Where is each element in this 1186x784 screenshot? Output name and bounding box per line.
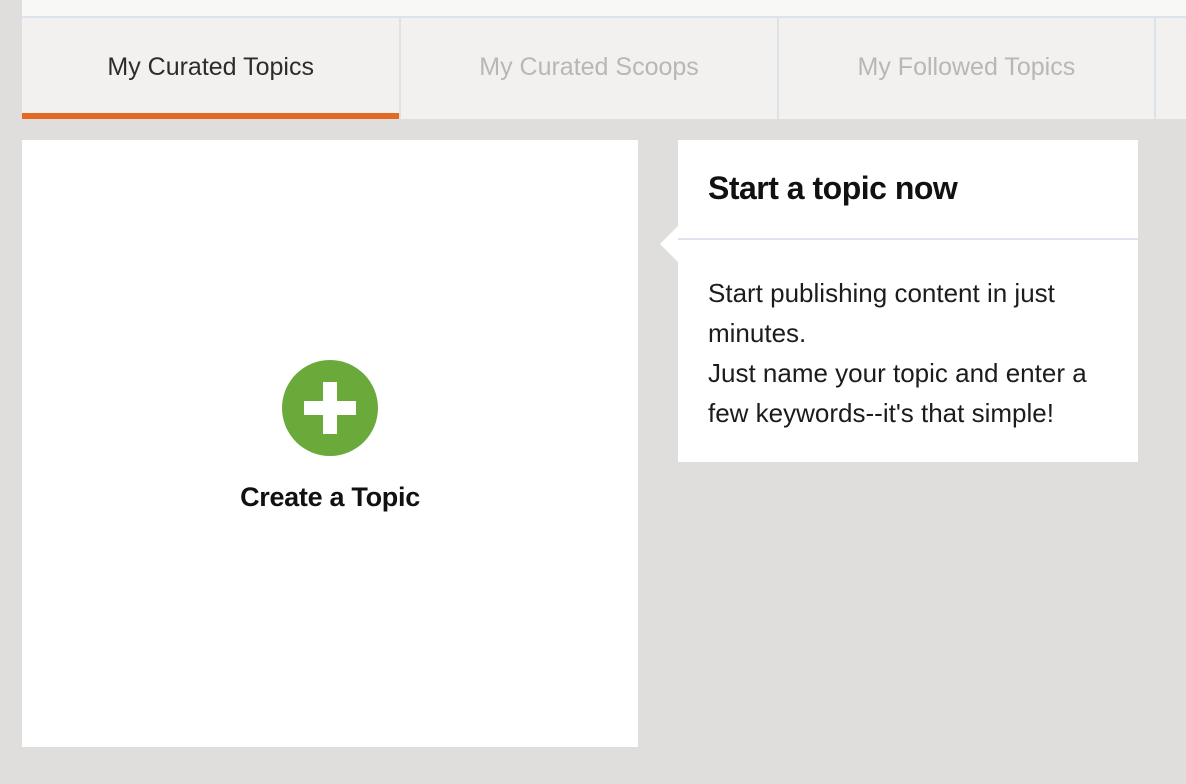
tooltip-line-2: Just name your topic and enter a few key… xyxy=(708,358,1087,428)
tab-my-curated-topics[interactable]: My Curated Topics xyxy=(22,18,402,119)
tab-my-curated-scoops[interactable]: My Curated Scoops xyxy=(401,18,779,119)
tab-overflow[interactable] xyxy=(1156,18,1186,119)
tooltip-line-1: Start publishing content in just minutes… xyxy=(708,278,1055,348)
tab-bar: My Curated Topics My Curated Scoops My F… xyxy=(22,18,1186,119)
top-bar xyxy=(22,0,1186,18)
plus-circle-icon xyxy=(282,360,378,456)
create-topic-card[interactable]: Create a Topic xyxy=(22,140,638,747)
tab-my-followed-topics[interactable]: My Followed Topics xyxy=(779,18,1157,119)
tooltip-title: Start a topic now xyxy=(678,140,1138,240)
create-topic-label: Create a Topic xyxy=(240,482,420,512)
plus-icon xyxy=(304,382,356,434)
tooltip-body: Start publishing content in just minutes… xyxy=(678,240,1138,433)
start-topic-tooltip: Start a topic now Start publishing conte… xyxy=(660,140,1138,462)
